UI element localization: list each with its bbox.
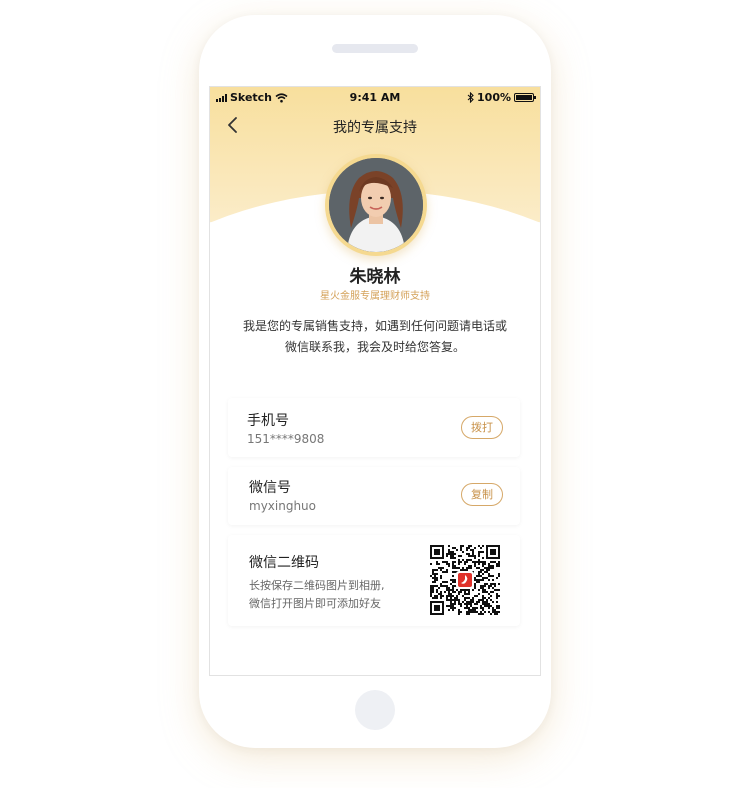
qr-desc-line-1: 长按保存二维码图片到相册, — [249, 579, 385, 592]
qr-description: 长按保存二维码图片到相册, 微信打开图片即可添加好友 — [249, 577, 419, 613]
call-button[interactable]: 拨打 — [461, 416, 503, 439]
home-button[interactable] — [355, 690, 395, 730]
app-screen: Sketch 9:41 AM 100% 我的专属支持 朱晓林 星火金服专属理财师… — [209, 86, 541, 676]
bluetooth-icon — [467, 92, 474, 103]
status-bar: Sketch 9:41 AM 100% — [210, 87, 540, 109]
nav-bar: 我的专属支持 — [210, 109, 540, 141]
avatar-photo — [329, 158, 423, 252]
wechat-qr-code[interactable] — [430, 545, 500, 615]
avatar-ring — [325, 154, 427, 256]
wechat-card-title: 微信号 — [249, 480, 291, 496]
avatar — [329, 158, 423, 252]
qr-finder-top-right — [486, 545, 500, 559]
intro-text: 我是您的专属销售支持，如遇到任何问题请电话或 微信联系我，我会及时给您答复。 — [236, 316, 514, 358]
intro-line-2: 微信联系我，我会及时给您答复。 — [284, 340, 465, 354]
qr-card: 微信二维码 长按保存二维码图片到相册, 微信打开图片即可添加好友 — [228, 535, 520, 626]
phone-number: 151****9808 — [247, 432, 325, 446]
qr-finder-bottom-left — [430, 601, 444, 615]
phone-speaker — [332, 44, 418, 53]
battery-icon — [514, 93, 536, 102]
profile-name: 朱晓林 — [349, 267, 401, 287]
qr-card-title: 微信二维码 — [249, 555, 319, 571]
profile-subtitle: 星火金服专属理财师支持 — [320, 291, 430, 302]
qr-finder-top-left — [430, 545, 444, 559]
copy-button[interactable]: 复制 — [461, 483, 503, 506]
phone-frame: Sketch 9:41 AM 100% 我的专属支持 朱晓林 星火金服专属理财师… — [199, 15, 551, 748]
intro-line-1: 我是您的专属销售支持，如遇到任何问题请电话或 — [242, 319, 507, 333]
phone-card-title: 手机号 — [247, 413, 289, 429]
wechat-id: myxinghuo — [249, 499, 317, 513]
page-title: 我的专属支持 — [333, 120, 417, 136]
qr-center-logo — [456, 571, 474, 589]
qr-desc-line-2: 微信打开图片即可添加好友 — [249, 597, 381, 610]
phone-card: 手机号 151****9808 拨打 — [228, 398, 520, 457]
battery-percent: 100% — [477, 91, 511, 104]
wechat-card: 微信号 myxinghuo 复制 — [228, 467, 520, 525]
